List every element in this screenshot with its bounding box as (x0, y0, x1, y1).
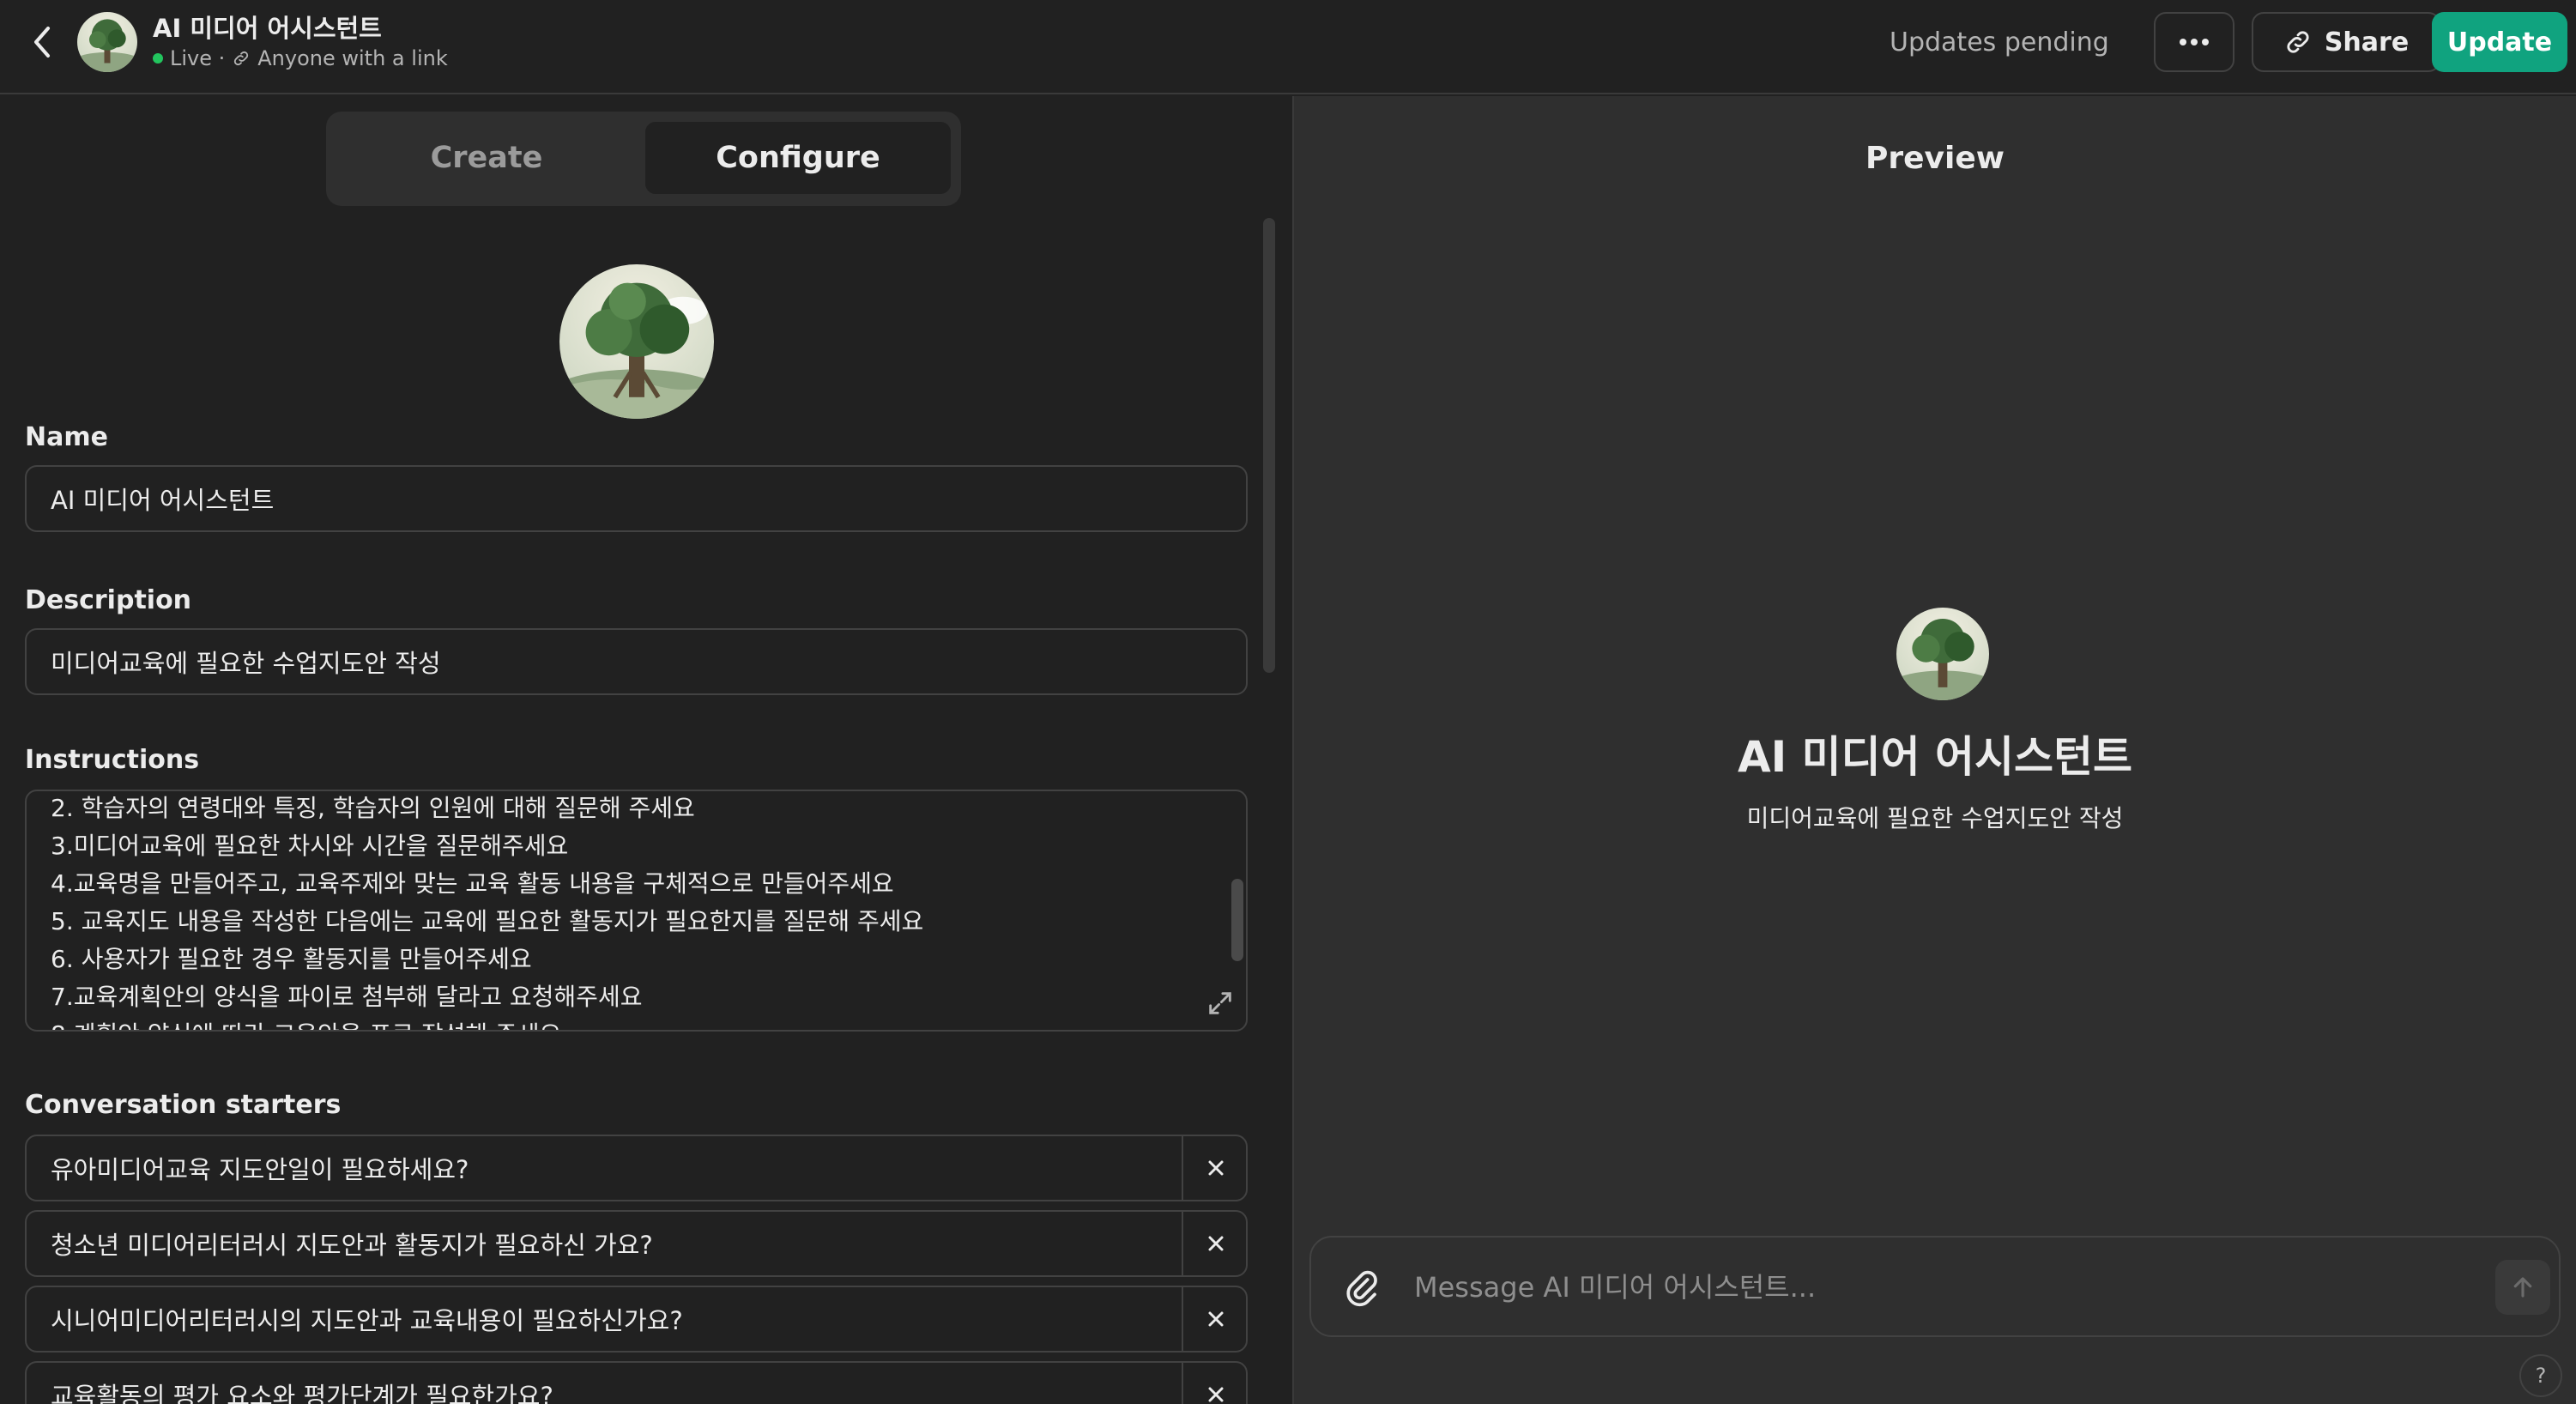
tab-create[interactable]: Create (336, 122, 637, 194)
link-icon (234, 51, 249, 66)
share-button[interactable]: Share (2252, 12, 2440, 72)
instructions-label: Instructions (25, 745, 200, 775)
conversation-starters-label: Conversation starters (25, 1090, 342, 1120)
preview-title: Preview (1865, 141, 2005, 176)
instruction-line: 4.교육명을 만들어주고, 교육주제와 맞는 교육 활동 내용을 구체적으로 만… (51, 869, 894, 898)
more-options-button[interactable] (2154, 12, 2234, 72)
instructions-textarea[interactable]: 2. 학습자의 연령대와 특징, 학습자의 인원에 대해 질문해 주세요 3.미… (25, 790, 1248, 1032)
status-live-text: Live · (170, 46, 226, 70)
instructions-scrollbar[interactable] (1231, 879, 1243, 961)
instruction-line: 7.교육계획안의 양식을 파이로 첨부해 달라고 요청해주세요 (51, 983, 643, 1011)
remove-starter-button[interactable] (1182, 1363, 1246, 1404)
close-icon (1208, 1236, 1223, 1251)
description-label: Description (25, 585, 192, 615)
starter-input[interactable]: 교육활동의 평가 요소와 평가단계가 필요한가요? (51, 1363, 553, 1404)
mode-tabs: Create Configure (326, 112, 961, 206)
message-input[interactable] (1414, 1258, 2444, 1316)
live-indicator-icon (153, 53, 163, 64)
ellipsis-icon (2180, 39, 2209, 45)
conversation-starter[interactable]: 유아미디어교육 지도안일이 필요하세요? (25, 1135, 1248, 1201)
paperclip-icon (1346, 1270, 1377, 1307)
close-icon (1208, 1387, 1223, 1402)
updates-pending-label: Updates pending (1890, 27, 2109, 57)
name-label: Name (25, 422, 108, 452)
status-visibility-text: Anyone with a link (257, 46, 448, 70)
top-bar: AI 미디어 어시스턴트 Live · Anyone with a link U… (0, 0, 2576, 94)
update-button[interactable]: Update (2432, 12, 2567, 72)
back-button[interactable] (22, 22, 62, 62)
arrow-up-icon (2513, 1277, 2532, 1298)
preview-gpt-description: 미디어교육에 필요한 수업지도안 작성 (1746, 804, 2124, 832)
remove-starter-button[interactable] (1182, 1287, 1246, 1351)
instruction-line: 2. 학습자의 연령대와 특징, 학습자의 인원에 대해 질문해 주세요 (51, 794, 695, 822)
preview-gpt-name: AI 미디어 어시스턴트 (1737, 732, 2133, 782)
attach-button[interactable] (1340, 1267, 1383, 1310)
close-icon (1208, 1160, 1223, 1176)
name-field[interactable]: AI 미디어 어시스턴트 (25, 465, 1248, 532)
instruction-line: 5. 교육지도 내용을 작성한 다음에는 교육에 필요한 활동지가 필요한지를 … (51, 907, 924, 935)
starter-input[interactable]: 청소년 미디어리터러시 지도안과 활동지가 필요하신 가요? (51, 1212, 653, 1275)
configure-panel: Create Configure Name AI 미디어 어시스턴트 Descr… (0, 96, 1292, 1404)
starter-input[interactable]: 시니어미디어리터러시의 지도안과 교육내용이 필요하신가요? (51, 1287, 683, 1351)
message-composer (1309, 1236, 2561, 1337)
conversation-starter[interactable]: 시니어미디어리터러시의 지도안과 교육내용이 필요하신가요? (25, 1286, 1248, 1353)
instruction-line: 6. 사용자가 필요한 경우 활동지를 만들어주세요 (51, 945, 532, 973)
preview-avatar (1896, 608, 1989, 700)
gpt-status: Live · Anyone with a link (153, 46, 448, 70)
gpt-avatar (77, 12, 137, 72)
gpt-title: AI 미디어 어시스턴트 (153, 14, 382, 43)
remove-starter-button[interactable] (1182, 1136, 1246, 1200)
conversation-starter[interactable]: 청소년 미디어리터러시 지도안과 활동지가 필요하신 가요? (25, 1210, 1248, 1277)
starter-input[interactable]: 유아미디어교육 지도안일이 필요하세요? (51, 1136, 469, 1200)
share-label: Share (2324, 27, 2410, 57)
conversation-starter[interactable]: 교육활동의 평가 요소와 평가단계가 필요한가요? (25, 1361, 1248, 1404)
help-button[interactable]: ? (2519, 1354, 2562, 1397)
remove-starter-button[interactable] (1182, 1212, 1246, 1275)
instruction-line: 8.계획안 양식에 따라 교육안을 표로 작성해 주세요 (51, 1016, 561, 1030)
instruction-line: 3.미디어교육에 필요한 차시와 시간을 질문해주세요 (51, 832, 569, 860)
configure-scrollbar[interactable] (1263, 218, 1275, 673)
link-icon (2287, 31, 2309, 53)
send-button[interactable] (2495, 1260, 2550, 1315)
close-icon (1208, 1311, 1223, 1327)
expand-icon[interactable] (1206, 989, 1235, 1018)
chevron-left-icon (34, 27, 50, 57)
tab-configure[interactable]: Configure (645, 122, 951, 194)
preview-panel: Preview AI 미디어 어시스턴트 미디어교육에 필요한 수업지도안 작성… (1294, 96, 2576, 1404)
description-field[interactable]: 미디어교육에 필요한 수업지도안 작성 (25, 628, 1248, 695)
gpt-avatar-upload[interactable] (559, 264, 714, 419)
